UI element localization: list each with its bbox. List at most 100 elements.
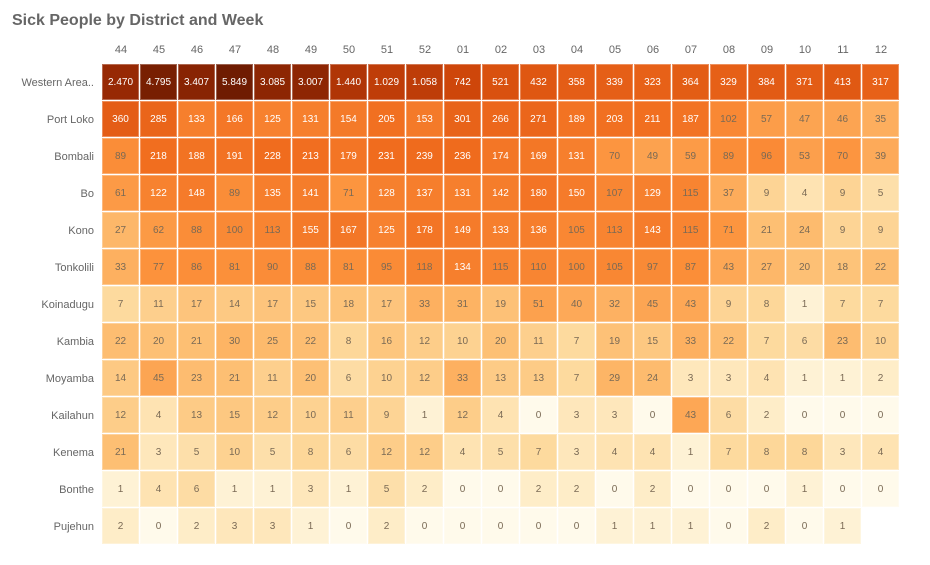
heatmap-cell[interactable]: 6	[330, 360, 367, 396]
heatmap-cell[interactable]: 9	[824, 212, 861, 248]
heatmap-cell[interactable]: 7	[520, 434, 557, 470]
heatmap-cell[interactable]: 13	[178, 397, 215, 433]
heatmap-cell[interactable]: 2	[178, 508, 215, 544]
heatmap-cell[interactable]: 22	[102, 323, 139, 359]
heatmap-cell[interactable]: 18	[824, 249, 861, 285]
heatmap-cell[interactable]: 188	[178, 138, 215, 174]
heatmap-cell[interactable]: 24	[786, 212, 823, 248]
heatmap-cell[interactable]: 13	[482, 360, 519, 396]
heatmap-cell[interactable]: 2.470	[102, 64, 139, 100]
heatmap-cell[interactable]: 213	[292, 138, 329, 174]
heatmap-cell[interactable]: 150	[558, 175, 595, 211]
heatmap-cell[interactable]: 20	[292, 360, 329, 396]
heatmap-cell[interactable]: 4	[482, 397, 519, 433]
heatmap-cell[interactable]: 153	[406, 101, 443, 137]
heatmap-cell[interactable]: 16	[368, 323, 405, 359]
heatmap-cell[interactable]: 3	[824, 434, 861, 470]
heatmap-cell[interactable]: 8	[748, 434, 785, 470]
heatmap-cell[interactable]: 21	[178, 323, 215, 359]
heatmap-cell[interactable]: 30	[216, 323, 253, 359]
heatmap-cell[interactable]: 7	[748, 323, 785, 359]
heatmap-cell[interactable]: 12	[406, 323, 443, 359]
heatmap-cell[interactable]: 4	[786, 175, 823, 211]
heatmap-cell[interactable]: 169	[520, 138, 557, 174]
heatmap-cell[interactable]: 301	[444, 101, 481, 137]
heatmap-cell[interactable]: 360	[102, 101, 139, 137]
heatmap-cell[interactable]: 21	[748, 212, 785, 248]
heatmap-cell[interactable]: 174	[482, 138, 519, 174]
heatmap-cell[interactable]: 142	[482, 175, 519, 211]
heatmap-cell[interactable]: 0	[672, 471, 709, 507]
heatmap-cell[interactable]: 1	[824, 508, 861, 544]
heatmap-cell[interactable]: 20	[786, 249, 823, 285]
heatmap-cell[interactable]: 285	[140, 101, 177, 137]
heatmap-cell[interactable]: 10	[444, 323, 481, 359]
heatmap-cell[interactable]: 1	[292, 508, 329, 544]
heatmap-cell[interactable]: 6	[710, 397, 747, 433]
heatmap-cell[interactable]: 27	[102, 212, 139, 248]
heatmap-cell[interactable]: 113	[254, 212, 291, 248]
heatmap-cell[interactable]: 0	[406, 508, 443, 544]
heatmap-cell[interactable]: 61	[102, 175, 139, 211]
heatmap-cell[interactable]: 1.440	[330, 64, 367, 100]
heatmap-cell[interactable]: 137	[406, 175, 443, 211]
heatmap-cell[interactable]: 187	[672, 101, 709, 137]
heatmap-cell[interactable]: 364	[672, 64, 709, 100]
heatmap-cell[interactable]: 97	[634, 249, 671, 285]
heatmap-cell[interactable]: 11	[254, 360, 291, 396]
heatmap-cell[interactable]: 10	[862, 323, 899, 359]
heatmap-cell[interactable]: 0	[482, 508, 519, 544]
heatmap-cell[interactable]: 9	[748, 175, 785, 211]
heatmap-cell[interactable]: 1	[102, 471, 139, 507]
heatmap-cell[interactable]: 0	[444, 508, 481, 544]
heatmap-cell[interactable]: 3	[216, 508, 253, 544]
heatmap-cell[interactable]: 11	[520, 323, 557, 359]
heatmap-cell[interactable]: 22	[292, 323, 329, 359]
heatmap-cell[interactable]: 1	[672, 434, 709, 470]
heatmap-cell[interactable]: 22	[710, 323, 747, 359]
heatmap-cell[interactable]: 9	[710, 286, 747, 322]
heatmap-cell[interactable]: 3	[254, 508, 291, 544]
heatmap-cell[interactable]: 7	[862, 286, 899, 322]
heatmap-cell[interactable]: 3	[558, 434, 595, 470]
heatmap-cell[interactable]: 12	[368, 434, 405, 470]
heatmap-cell[interactable]: 1	[786, 471, 823, 507]
heatmap-cell[interactable]: 0	[862, 471, 899, 507]
heatmap-cell[interactable]: 5	[482, 434, 519, 470]
heatmap-cell[interactable]: 70	[596, 138, 633, 174]
heatmap-cell[interactable]: 21	[216, 360, 253, 396]
heatmap-cell[interactable]: 37	[710, 175, 747, 211]
heatmap-cell[interactable]: 21	[102, 434, 139, 470]
heatmap-cell[interactable]: 329	[710, 64, 747, 100]
heatmap-cell[interactable]: 27	[748, 249, 785, 285]
heatmap-cell[interactable]: 14	[216, 286, 253, 322]
heatmap-cell[interactable]: 10	[292, 397, 329, 433]
heatmap-cell[interactable]: 189	[558, 101, 595, 137]
heatmap-cell[interactable]: 6	[178, 471, 215, 507]
heatmap-cell[interactable]: 239	[406, 138, 443, 174]
heatmap-cell[interactable]: 5	[254, 434, 291, 470]
heatmap-cell[interactable]: 115	[672, 175, 709, 211]
heatmap-cell[interactable]: 166	[216, 101, 253, 137]
heatmap-cell[interactable]: 49	[634, 138, 671, 174]
heatmap-cell[interactable]: 4	[862, 434, 899, 470]
heatmap-cell[interactable]: 39	[862, 138, 899, 174]
heatmap-cell[interactable]: 7	[102, 286, 139, 322]
heatmap-cell[interactable]: 95	[368, 249, 405, 285]
heatmap-cell[interactable]: 3.085	[254, 64, 291, 100]
heatmap-cell[interactable]: 3	[140, 434, 177, 470]
heatmap-cell[interactable]: 141	[292, 175, 329, 211]
heatmap-cell[interactable]: 33	[444, 360, 481, 396]
heatmap-cell[interactable]: 384	[748, 64, 785, 100]
heatmap-cell[interactable]: 10	[368, 360, 405, 396]
heatmap-cell[interactable]: 2	[406, 471, 443, 507]
heatmap-cell[interactable]: 86	[178, 249, 215, 285]
heatmap-cell[interactable]: 0	[520, 397, 557, 433]
heatmap-cell[interactable]: 15	[634, 323, 671, 359]
heatmap-cell[interactable]: 131	[292, 101, 329, 137]
heatmap-cell[interactable]: 19	[596, 323, 633, 359]
heatmap-cell[interactable]: 4	[748, 360, 785, 396]
heatmap-cell[interactable]: 31	[444, 286, 481, 322]
heatmap-cell[interactable]: 12	[254, 397, 291, 433]
heatmap-cell[interactable]: 100	[558, 249, 595, 285]
